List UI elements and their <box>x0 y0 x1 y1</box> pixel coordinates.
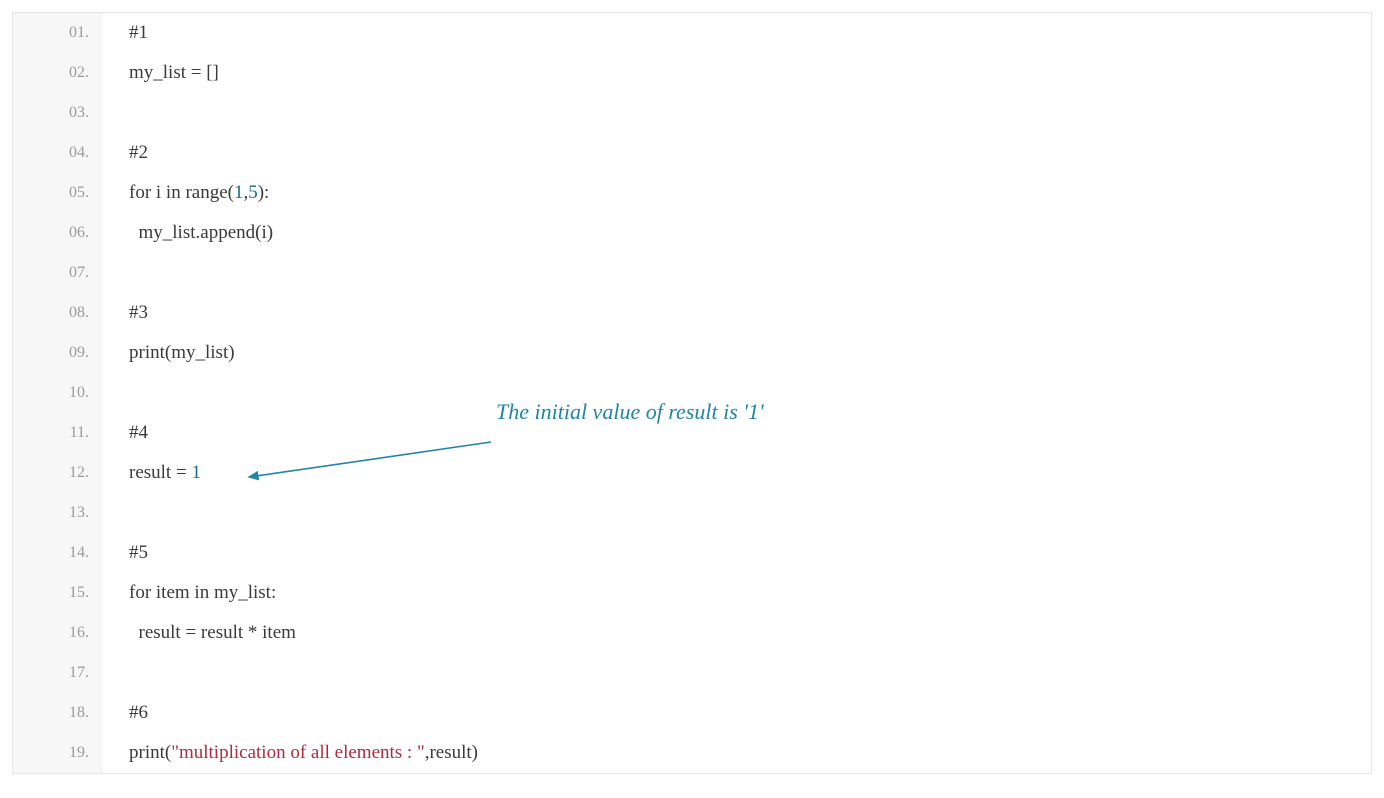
code-line: 02. my_list = [] <box>13 53 1371 93</box>
code-content: #6 <box>103 702 1371 724</box>
code-token: result = result * item <box>129 622 296 643</box>
line-number: 07. <box>13 253 103 293</box>
code-token: #5 <box>129 542 148 563</box>
code-token: #2 <box>129 142 148 163</box>
line-number: 02. <box>13 53 103 93</box>
code-token: #3 <box>129 302 148 323</box>
code-token: "multiplication of all elements : " <box>171 742 425 763</box>
line-number: 16. <box>13 613 103 653</box>
code-token: for i in range( <box>129 182 234 203</box>
code-token: ,result) <box>425 742 478 763</box>
code-token: result = <box>129 462 191 483</box>
code-token: 1 <box>191 462 201 483</box>
code-content: #4 <box>103 422 1371 444</box>
code-line: 05.for i in range(1,5): <box>13 173 1371 213</box>
code-token: my_list.append(i) <box>129 222 273 243</box>
code-content: result = result * item <box>103 622 1371 644</box>
code-line: 19.print("multiplication of all elements… <box>13 733 1371 773</box>
code-content: print(my_list) <box>103 342 1371 364</box>
code-line: 12.result = 1 <box>13 453 1371 493</box>
code-token: 5 <box>248 182 258 203</box>
code-line: 03. <box>13 93 1371 133</box>
line-number: 06. <box>13 213 103 253</box>
code-content: #5 <box>103 542 1371 564</box>
code-token: #1 <box>129 22 148 43</box>
code-content: #2 <box>103 142 1371 164</box>
code-content: my_list.append(i) <box>103 222 1371 244</box>
code-token: ): <box>258 182 270 203</box>
line-number: 04. <box>13 133 103 173</box>
line-number: 03. <box>13 93 103 133</box>
code-block: The initial value of result is '1' 01.#1… <box>12 12 1372 774</box>
line-number: 15. <box>13 573 103 613</box>
code-line: 01. #1 <box>13 13 1371 53</box>
code-content: for item in my_list: <box>103 582 1371 604</box>
code-line: 09. print(my_list) <box>13 333 1371 373</box>
code-line: 16. result = result * item <box>13 613 1371 653</box>
code-token: print(my_list) <box>129 342 235 363</box>
code-line: 04. #2 <box>13 133 1371 173</box>
line-number: 12. <box>13 453 103 493</box>
code-token: for item in my_list: <box>129 582 276 603</box>
code-line: 11. #4 <box>13 413 1371 453</box>
code-content: result = 1 <box>103 462 1371 484</box>
line-number: 01. <box>13 13 103 53</box>
code-line: 17. <box>13 653 1371 693</box>
line-number: 18. <box>13 693 103 733</box>
line-number: 10. <box>13 373 103 413</box>
line-number: 14. <box>13 533 103 573</box>
code-token: #4 <box>129 422 148 443</box>
line-number: 05. <box>13 173 103 213</box>
code-token: print( <box>129 742 171 763</box>
line-number: 09. <box>13 333 103 373</box>
line-number: 08. <box>13 293 103 333</box>
code-token: my_list = [] <box>129 62 219 83</box>
line-number: 17. <box>13 653 103 693</box>
code-content: my_list = [] <box>103 62 1371 84</box>
code-content: #1 <box>103 22 1371 44</box>
code-line: 08. #3 <box>13 293 1371 333</box>
line-number: 19. <box>13 733 103 773</box>
code-line: 15. for item in my_list: <box>13 573 1371 613</box>
line-number: 11. <box>13 413 103 453</box>
code-content: print("multiplication of all elements : … <box>103 742 1371 764</box>
code-line: 13. <box>13 493 1371 533</box>
line-number: 13. <box>13 493 103 533</box>
code-line: 18. #6 <box>13 693 1371 733</box>
code-line: 10. <box>13 373 1371 413</box>
code-line: 06. my_list.append(i) <box>13 213 1371 253</box>
code-line: 14. #5 <box>13 533 1371 573</box>
code-content: for i in range(1,5): <box>103 182 1371 204</box>
code-content: #3 <box>103 302 1371 324</box>
code-token: #6 <box>129 702 148 723</box>
code-line: 07. <box>13 253 1371 293</box>
